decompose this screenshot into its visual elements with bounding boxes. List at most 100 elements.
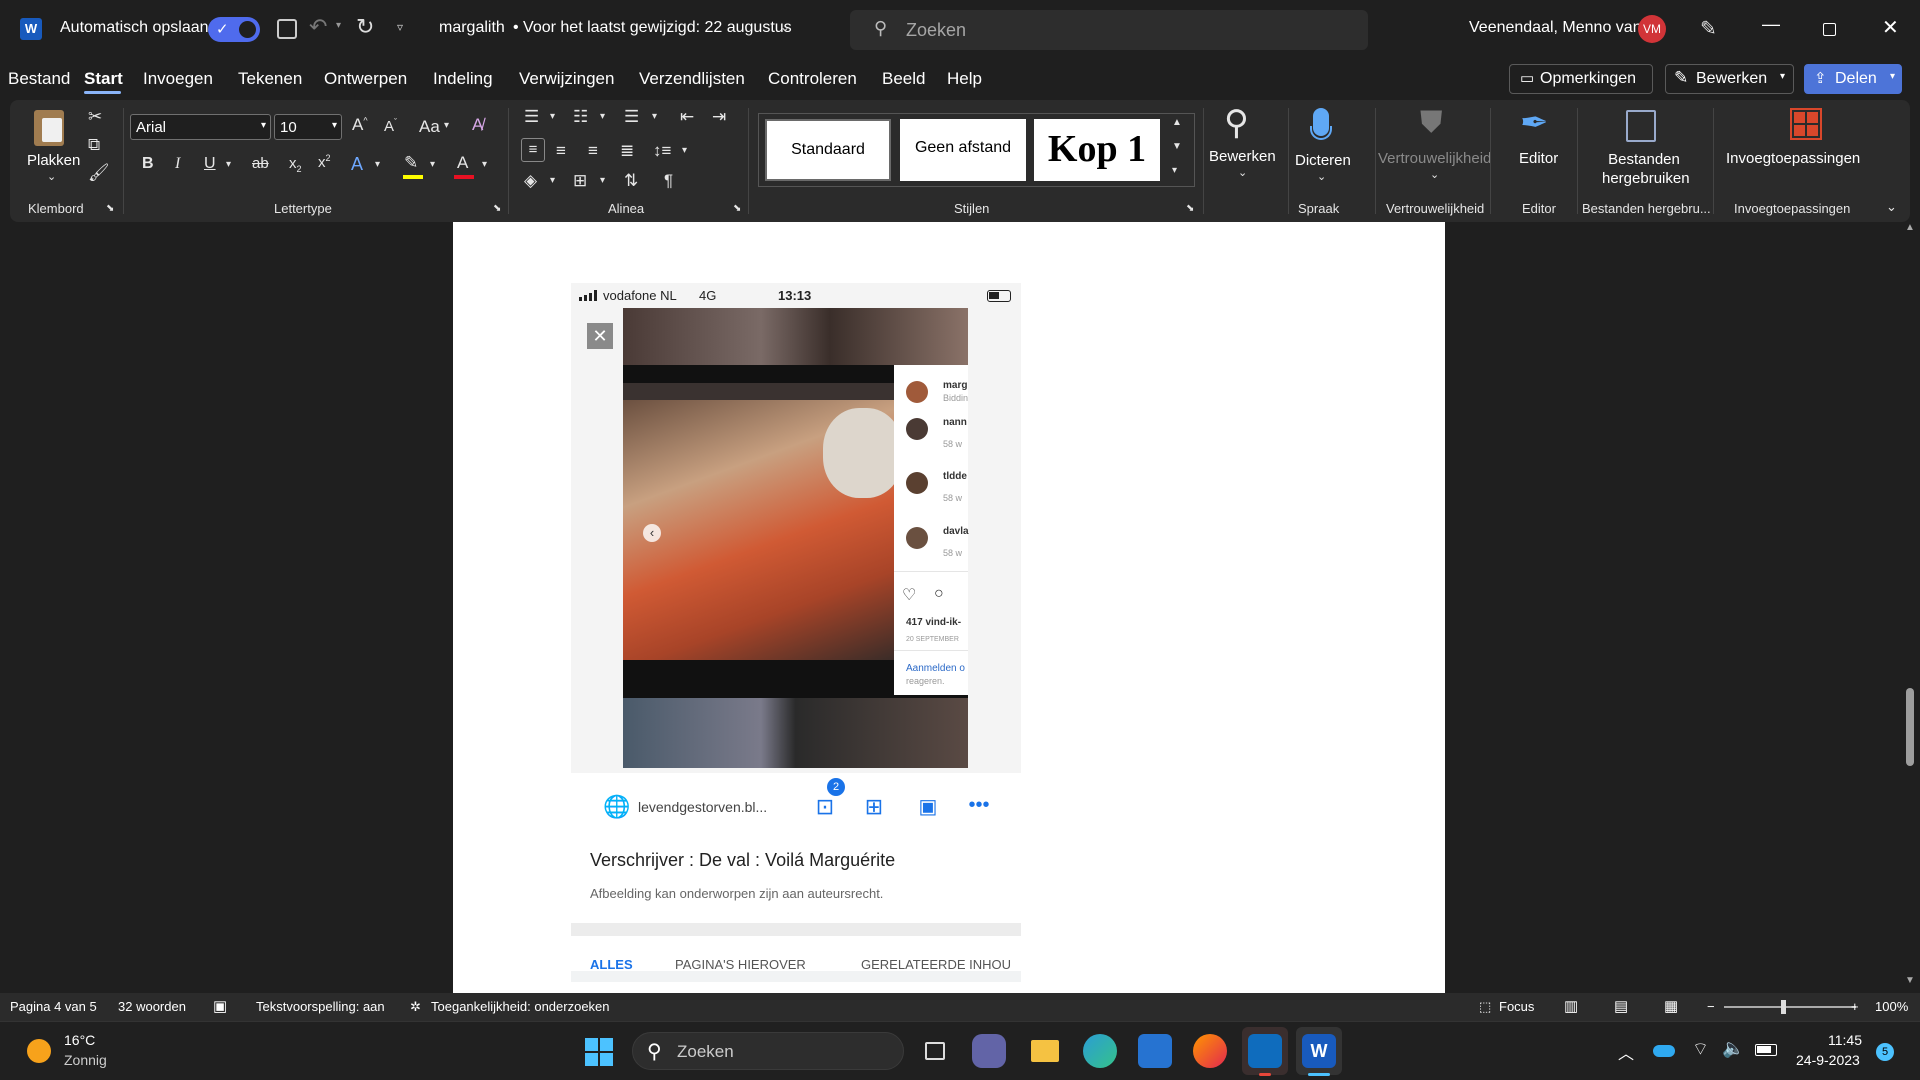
focus-icon[interactable]: ⬚ bbox=[1479, 999, 1491, 1015]
document-name[interactable]: margalith bbox=[439, 19, 505, 37]
volume-icon[interactable]: 🔈 bbox=[1722, 1038, 1744, 1059]
zoom-out-icon[interactable]: − bbox=[1707, 999, 1715, 1014]
teams-chat-icon[interactable] bbox=[972, 1034, 1006, 1068]
styles-expand-icon[interactable]: ▾ bbox=[1172, 166, 1177, 176]
sort-icon[interactable]: ⇅ bbox=[624, 172, 638, 189]
dialog-launcher-icon[interactable]: ⬊ bbox=[733, 204, 741, 214]
numbering-icon[interactable]: ☷ bbox=[573, 108, 588, 125]
bold-icon[interactable]: B bbox=[142, 156, 154, 172]
avatar[interactable]: VM bbox=[1638, 15, 1666, 43]
onedrive-icon[interactable] bbox=[1653, 1045, 1675, 1057]
chevron-down-icon[interactable]: ▾ bbox=[375, 160, 380, 170]
borders-icon[interactable]: ⊞ bbox=[573, 172, 587, 189]
subscript-icon[interactable]: x2 bbox=[289, 156, 302, 174]
undo-icon[interactable]: ↶ bbox=[309, 14, 327, 40]
styles-scroll-up-icon[interactable]: ▲ bbox=[1172, 118, 1182, 128]
zoom-slider-thumb[interactable] bbox=[1781, 1000, 1786, 1014]
tab-bestand[interactable]: Bestand bbox=[8, 69, 70, 89]
notification-badge[interactable]: 5 bbox=[1876, 1043, 1894, 1061]
editor-button[interactable]: Editor bbox=[1519, 150, 1558, 167]
addins-icon[interactable] bbox=[1790, 108, 1822, 140]
style-standaard[interactable]: Standaard bbox=[765, 119, 891, 181]
dialog-launcher-icon[interactable]: ⬊ bbox=[493, 204, 501, 214]
styles-scroll-down-icon[interactable]: ▼ bbox=[1172, 142, 1182, 152]
zoom-slider[interactable] bbox=[1724, 1006, 1856, 1008]
share-button[interactable]: ⇪ Delen ▾ bbox=[1804, 64, 1902, 94]
scrollbar-thumb[interactable] bbox=[1906, 688, 1914, 766]
pen-icon[interactable]: ✎ bbox=[1700, 16, 1717, 41]
tab-tekenen[interactable]: Tekenen bbox=[238, 69, 302, 89]
chevron-down-icon[interactable]: ▾ bbox=[336, 20, 341, 31]
tray-chevron-icon[interactable]: ︿ bbox=[1618, 1040, 1634, 1064]
clear-formatting-icon[interactable]: A̸ bbox=[472, 116, 483, 133]
tab-controleren[interactable]: Controleren bbox=[768, 69, 857, 89]
chevron-down-icon[interactable]: ▾ bbox=[682, 146, 687, 156]
chevron-down-icon[interactable]: ▾ bbox=[600, 176, 605, 186]
increase-indent-icon[interactable]: ⇥ bbox=[712, 108, 726, 125]
tab-indeling[interactable]: Indeling bbox=[433, 69, 493, 89]
justify-icon[interactable]: ≣ bbox=[620, 142, 634, 159]
text-prediction[interactable]: Tekstvoorspelling: aan bbox=[256, 999, 385, 1014]
taskbar-search[interactable]: ⚲ Zoeken bbox=[632, 1032, 904, 1070]
dictate-button[interactable]: Dicteren bbox=[1295, 152, 1351, 169]
style-geen-afstand[interactable]: Geen afstand bbox=[900, 119, 1026, 181]
chevron-down-icon[interactable]: ⌄ bbox=[1317, 172, 1326, 183]
clock-date[interactable]: 24-9-2023 bbox=[1796, 1052, 1860, 1068]
shrink-font-icon[interactable]: Aˇ bbox=[384, 118, 397, 135]
underline-icon[interactable]: U bbox=[204, 156, 216, 172]
align-center-icon[interactable]: ≡ bbox=[556, 142, 566, 159]
accessibility-status[interactable]: Toegankelijkheid: onderzoeken bbox=[431, 999, 610, 1014]
wifi-icon[interactable]: ⌔ bbox=[1692, 1038, 1709, 1061]
web-layout-icon[interactable]: ▦ bbox=[1664, 997, 1678, 1015]
taskbar-search-input[interactable]: Zoeken bbox=[677, 1042, 734, 1062]
scroll-down-icon[interactable]: ▼ bbox=[1905, 975, 1915, 986]
copy-icon[interactable]: ⧉ bbox=[88, 136, 100, 153]
firefox-icon[interactable] bbox=[1193, 1034, 1227, 1068]
chevron-down-icon[interactable]: ⌄ bbox=[1238, 168, 1247, 179]
chevron-down-icon[interactable]: ▾ bbox=[652, 112, 657, 122]
word-count[interactable]: 32 woorden bbox=[118, 999, 186, 1014]
reuse-files-icon[interactable] bbox=[1626, 110, 1656, 142]
format-painter-icon[interactable]: 🖌 bbox=[88, 164, 110, 181]
chevron-down-icon[interactable]: ▾ bbox=[600, 112, 605, 122]
save-icon[interactable] bbox=[277, 19, 297, 39]
line-spacing-icon[interactable]: ↕≡ bbox=[653, 142, 671, 159]
style-kop-1[interactable]: Kop 1 bbox=[1034, 119, 1160, 181]
text-effects-icon[interactable]: A bbox=[351, 155, 363, 173]
tab-ontwerpen[interactable]: Ontwerpen bbox=[324, 69, 407, 89]
focus-button[interactable]: Focus bbox=[1499, 999, 1534, 1014]
word-icon[interactable]: W bbox=[1302, 1034, 1336, 1068]
task-view-icon[interactable] bbox=[917, 1034, 951, 1068]
italic-icon[interactable]: I bbox=[175, 156, 180, 172]
accessibility-icon[interactable]: ✲ bbox=[410, 999, 421, 1015]
editing-button[interactable]: Bewerken bbox=[1209, 148, 1276, 165]
battery-icon[interactable] bbox=[1755, 1044, 1777, 1056]
align-left-icon[interactable]: ≡ bbox=[521, 138, 545, 162]
find-icon[interactable]: ⚲ bbox=[1224, 106, 1249, 140]
align-right-icon[interactable]: ≡ bbox=[588, 142, 598, 159]
restore-icon[interactable] bbox=[1823, 23, 1836, 36]
proofing-icon[interactable]: ▣ bbox=[213, 997, 227, 1015]
shading-icon[interactable]: ◈ bbox=[524, 172, 537, 189]
tab-help[interactable]: Help bbox=[947, 69, 982, 89]
customize-qat-icon[interactable]: ▿ bbox=[397, 20, 403, 34]
edge-icon[interactable] bbox=[1083, 1034, 1117, 1068]
highlight-icon[interactable]: ✎ bbox=[404, 154, 418, 171]
chevron-down-icon[interactable]: ▾ bbox=[444, 121, 449, 131]
paste-button[interactable]: Plakken bbox=[27, 152, 80, 169]
tab-invoegen[interactable]: Invoegen bbox=[143, 69, 213, 89]
store-icon[interactable] bbox=[1138, 1034, 1172, 1068]
reuse-files-button[interactable]: Bestanden hergebruiken bbox=[1602, 150, 1690, 188]
search-input[interactable]: Zoeken bbox=[906, 20, 966, 41]
multilevel-list-icon[interactable]: ☰ bbox=[624, 108, 639, 125]
bullets-icon[interactable]: ☰ bbox=[524, 108, 539, 125]
zoom-in-icon[interactable]: + bbox=[1851, 999, 1859, 1014]
page-count[interactable]: Pagina 4 van 5 bbox=[10, 999, 97, 1014]
dialog-launcher-icon[interactable]: ⬊ bbox=[1186, 204, 1194, 214]
ribbon-collapse-icon[interactable]: ⌄ bbox=[1886, 200, 1897, 213]
last-modified[interactable]: • Voor het laatst gewijzigd: 22 augustus bbox=[513, 19, 792, 37]
cut-icon[interactable]: ✂ bbox=[88, 108, 102, 125]
close-icon[interactable]: ✕ bbox=[1882, 15, 1899, 40]
outlook-icon[interactable] bbox=[1248, 1034, 1282, 1068]
chevron-down-icon[interactable]: ▾ bbox=[550, 176, 555, 186]
